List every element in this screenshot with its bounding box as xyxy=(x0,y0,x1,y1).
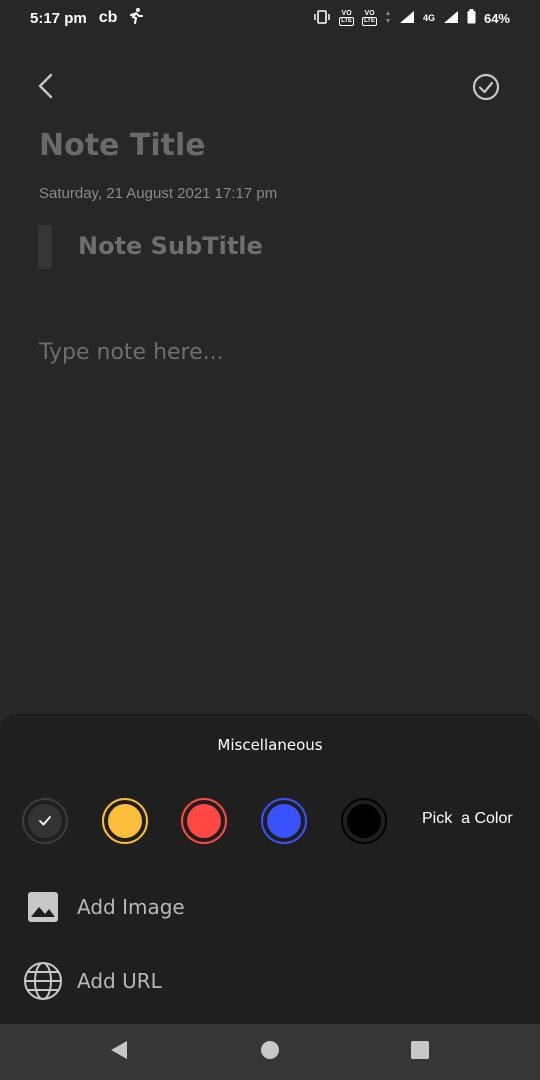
status-time: 5:17 pm xyxy=(30,9,87,27)
volte-badge-1: VO LTE xyxy=(339,10,355,26)
app-badge: cb xyxy=(98,9,118,26)
battery-percent: 64% xyxy=(483,10,510,26)
triangle-back-icon xyxy=(108,1039,130,1065)
network-type: 4G xyxy=(422,12,435,23)
add-image-option[interactable]: Add Image xyxy=(22,882,502,932)
add-url-label: Add URL xyxy=(77,969,162,993)
note-body-input[interactable]: Type note here... xyxy=(39,340,224,365)
nav-back-button[interactable] xyxy=(105,1038,133,1066)
volte-badge-2-sub: LTE xyxy=(362,17,377,26)
volte-badge-1-text: VO xyxy=(341,10,352,17)
volte-badge-2-text: VO xyxy=(364,10,375,17)
color-swatch-default-fill xyxy=(28,804,62,838)
color-swatch-blue-fill xyxy=(267,804,301,838)
check-icon xyxy=(38,812,52,831)
status-bar: 5:17 pm cb VO LTE VO LTE 4G 64% xyxy=(0,0,540,36)
nav-recents-button[interactable] xyxy=(406,1038,434,1066)
chevron-left-icon xyxy=(36,73,56,103)
circle-home-icon xyxy=(260,1040,280,1064)
color-swatch-blue[interactable] xyxy=(261,798,307,844)
note-date: Saturday, 21 August 2021 17:17 pm xyxy=(39,185,278,202)
sheet-title[interactable]: Miscellaneous xyxy=(0,736,540,754)
nav-home-button[interactable] xyxy=(256,1038,284,1066)
add-image-label: Add Image xyxy=(77,895,185,919)
signal-icon-1 xyxy=(399,10,415,27)
note-title-input[interactable]: Note Title xyxy=(39,128,206,163)
data-arrows-icon xyxy=(385,10,391,27)
status-left: 5:17 pm cb xyxy=(30,8,144,28)
subtitle-indicator xyxy=(38,225,52,269)
color-swatch-yellow[interactable] xyxy=(102,798,148,844)
note-subtitle-input[interactable]: Note SubTitle xyxy=(78,232,263,260)
color-swatch-black-fill xyxy=(347,804,381,838)
volte-badge-2: VO LTE xyxy=(362,10,377,26)
check-circle-icon xyxy=(472,73,500,105)
navigation-bar xyxy=(0,1024,540,1080)
battery-icon xyxy=(467,9,476,27)
running-person-icon xyxy=(129,8,144,28)
signal-icon-2 xyxy=(443,10,459,27)
color-swatch-black[interactable] xyxy=(341,798,387,844)
volte-badge-1-sub: LTE xyxy=(339,17,355,26)
pick-color-label: Pick a Color xyxy=(422,810,513,827)
save-note-button[interactable] xyxy=(470,73,502,105)
square-recents-icon xyxy=(410,1040,430,1064)
color-swatch-red[interactable] xyxy=(181,798,227,844)
miscellaneous-sheet: Miscellaneous Pick a Color Add Image Add… xyxy=(0,714,540,1024)
color-swatch-red-fill xyxy=(187,804,221,838)
color-swatch-default[interactable] xyxy=(22,798,68,844)
vibrate-icon xyxy=(313,9,331,27)
globe-icon xyxy=(22,960,64,1002)
status-right: VO LTE VO LTE 4G 64% xyxy=(313,9,510,27)
add-url-option[interactable]: Add URL xyxy=(22,956,502,1006)
back-button[interactable] xyxy=(30,70,62,106)
color-swatch-yellow-fill xyxy=(108,804,142,838)
image-icon xyxy=(22,886,64,928)
